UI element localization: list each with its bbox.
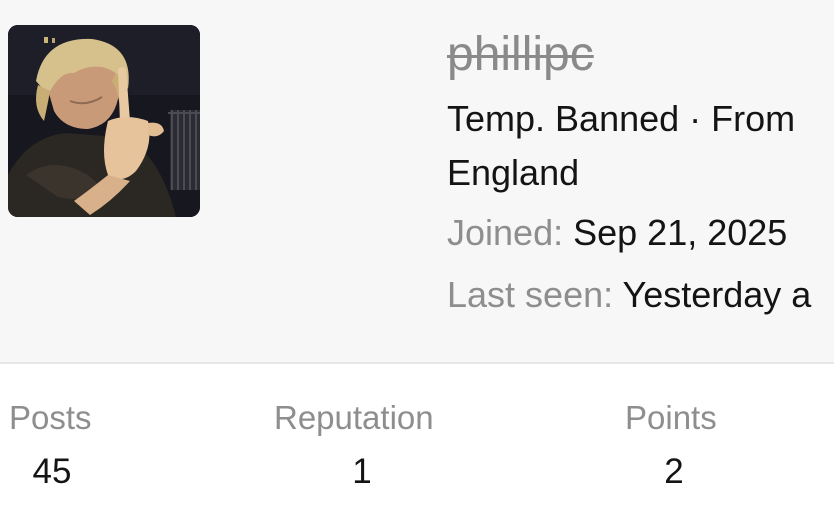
stat-label: Reputation xyxy=(274,399,434,436)
username[interactable]: phillipc xyxy=(447,22,834,88)
stat-posts[interactable]: Posts 45 xyxy=(9,398,99,492)
profile-info: phillipc Temp. Banned · From England Joi… xyxy=(447,22,834,326)
stat-points[interactable]: Points 2 xyxy=(625,398,725,492)
stat-label: Points xyxy=(625,399,717,436)
profile-header: phillipc Temp. Banned · From England Joi… xyxy=(0,0,834,364)
avatar-photo xyxy=(8,25,200,217)
joined-row: Joined: Sep 21, 2025 xyxy=(447,202,834,264)
joined-label: Joined: xyxy=(447,212,564,253)
last-seen-value: Yesterday a xyxy=(622,274,812,315)
joined-value: Sep 21, 2025 xyxy=(573,212,788,253)
stat-reputation[interactable]: Reputation 1 xyxy=(274,398,450,492)
ban-status: Temp. Banned · From England xyxy=(447,98,796,193)
stat-label: Posts xyxy=(9,399,92,436)
avatar[interactable] xyxy=(8,25,200,217)
stat-value: 2 xyxy=(664,452,684,491)
stat-value: 45 xyxy=(32,452,72,491)
stat-value: 1 xyxy=(352,452,372,491)
last-seen-label: Last seen: xyxy=(447,274,614,315)
last-seen-row: Last seen: Yesterday a xyxy=(447,264,834,326)
stats-bar: Posts 45 Reputation 1 Points 2 xyxy=(0,364,834,514)
